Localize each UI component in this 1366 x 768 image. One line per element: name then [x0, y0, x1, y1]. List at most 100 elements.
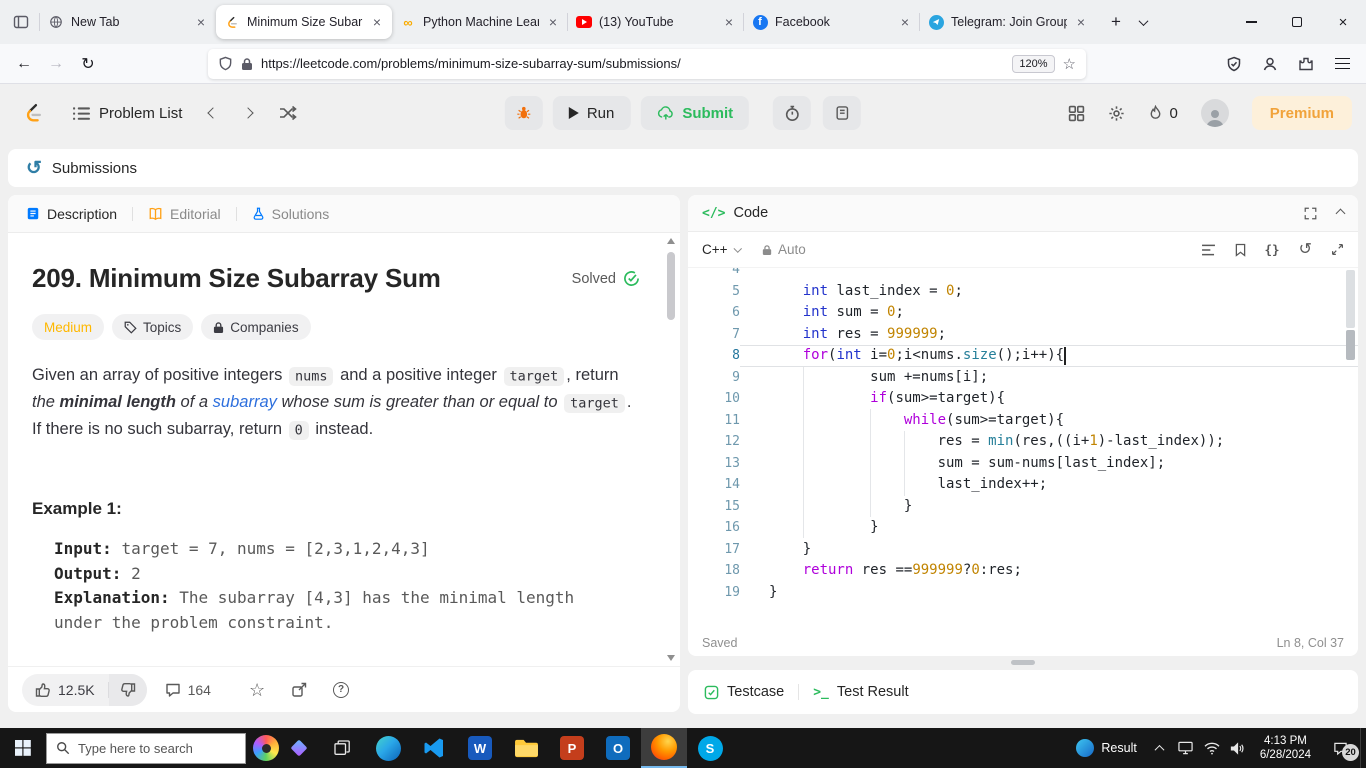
tab-close-icon[interactable]: ×	[546, 13, 560, 31]
share-icon[interactable]	[291, 682, 307, 698]
zoom-level-button[interactable]: 120%	[1012, 54, 1055, 73]
expand-panel-icon[interactable]	[1304, 207, 1317, 220]
outlook-icon[interactable]: O	[595, 728, 641, 768]
scrollbar-thumb[interactable]	[667, 252, 675, 320]
new-tab-button[interactable]: +	[1102, 8, 1130, 36]
word-icon[interactable]: W	[457, 728, 503, 768]
bookmark-icon[interactable]	[1235, 243, 1246, 257]
submissions-bar[interactable]: ↺ Submissions	[8, 149, 1358, 187]
format-code-icon[interactable]	[1201, 244, 1216, 256]
file-explorer-icon[interactable]	[503, 728, 549, 768]
reset-code-icon[interactable]: ↺	[1299, 241, 1312, 258]
streak-counter[interactable]: 0	[1148, 104, 1178, 122]
task-view-button[interactable]	[319, 728, 365, 768]
tab-close-icon[interactable]: ×	[722, 13, 736, 31]
code-line-10[interactable]: 10 if(sum>=target){	[688, 388, 1358, 410]
display-icon[interactable]	[1173, 728, 1199, 768]
subarray-link[interactable]: subarray	[213, 393, 277, 411]
settings-gear-icon[interactable]	[1108, 105, 1125, 122]
premium-button[interactable]: Premium	[1251, 96, 1352, 130]
browser-tab-facebook[interactable]: f Facebook ×	[743, 5, 920, 39]
browser-tab-youtube[interactable]: (13) YouTube ×	[567, 5, 744, 39]
bookmark-star-icon[interactable]: ☆	[1063, 55, 1076, 73]
extensions-icon[interactable]	[1290, 49, 1322, 79]
panel-drag-handle[interactable]	[1011, 660, 1035, 665]
code-line-12[interactable]: 12 res = min(res,((i+1)-last_index));	[688, 431, 1358, 453]
taskbar-search-box[interactable]	[46, 732, 246, 764]
code-line-7[interactable]: 7 int res = 999999;	[688, 324, 1358, 346]
timer-button[interactable]	[773, 96, 812, 130]
code-line-16[interactable]: 16 }	[688, 517, 1358, 539]
code-line-15[interactable]: 15 }	[688, 496, 1358, 518]
tab-description[interactable]: Description	[22, 206, 121, 222]
search-input[interactable]	[78, 740, 228, 756]
test-result-tab[interactable]: >_ Test Result	[813, 684, 908, 700]
edge-icon[interactable]	[365, 728, 411, 768]
protections-shield-icon[interactable]	[1218, 49, 1250, 79]
prev-question-button[interactable]	[207, 104, 220, 122]
layout-grid-icon[interactable]	[1068, 105, 1085, 122]
url-text[interactable]: https://leetcode.com/problems/minimum-si…	[261, 56, 1004, 71]
browser-tab-telegram[interactable]: Telegram: Join Group ( ×	[919, 5, 1096, 39]
editor-scrollbar-thumb[interactable]	[1346, 330, 1355, 360]
tracking-protection-icon[interactable]	[218, 56, 233, 71]
leetcode-logo[interactable]	[22, 101, 46, 125]
forward-button[interactable]: →	[40, 49, 72, 79]
code-line-17[interactable]: 17 }	[688, 539, 1358, 561]
submit-button[interactable]: Submit	[640, 96, 750, 130]
language-selector[interactable]: C++	[702, 242, 742, 257]
help-icon[interactable]: ?	[333, 681, 350, 698]
browser-tab-new-tab[interactable]: New Tab ×	[39, 5, 216, 39]
scroll-up-arrow[interactable]	[667, 238, 675, 244]
wifi-icon[interactable]	[1199, 728, 1225, 768]
firefox-icon[interactable]	[641, 728, 687, 768]
dislike-button[interactable]	[108, 673, 147, 706]
start-button[interactable]	[0, 728, 46, 768]
tab-close-icon[interactable]: ×	[194, 13, 208, 31]
search-highlights-icon[interactable]	[253, 735, 279, 761]
code-line-8[interactable]: 8 for(int i=0;i<nums.size();i++){	[688, 345, 1358, 367]
lock-icon[interactable]	[241, 57, 253, 71]
tab-editorial[interactable]: Editorial	[144, 206, 225, 222]
skype-icon[interactable]: S	[687, 728, 733, 768]
next-question-button[interactable]	[242, 104, 255, 122]
code-line-19[interactable]: 19}	[688, 582, 1358, 604]
menu-icon[interactable]	[1326, 49, 1358, 79]
auto-save-indicator[interactable]: Auto	[762, 242, 806, 257]
close-button[interactable]: ×	[1320, 0, 1366, 44]
taskbar-clock[interactable]: 4:13 PM 6/28/2024	[1251, 734, 1320, 762]
like-button[interactable]: 12.5K	[22, 682, 108, 698]
vscode-icon[interactable]	[411, 728, 457, 768]
browser-tab-leetcode[interactable]: Minimum Size Subarra ×	[216, 5, 392, 39]
comments-button[interactable]: 164	[165, 682, 211, 698]
powerpoint-icon[interactable]: P	[549, 728, 595, 768]
scroll-down-arrow[interactable]	[667, 655, 675, 661]
code-line-13[interactable]: 13 sum = sum-nums[last_index];	[688, 453, 1358, 475]
action-center-button[interactable]: 20	[1320, 728, 1360, 768]
testcase-tab[interactable]: Testcase	[704, 684, 784, 700]
run-button[interactable]: Run	[552, 96, 631, 130]
description-scrollbar[interactable]	[665, 236, 677, 663]
account-icon[interactable]	[1254, 49, 1286, 79]
code-line-4[interactable]: 4	[688, 268, 1358, 281]
tab-close-icon[interactable]: ×	[370, 13, 384, 31]
code-line-6[interactable]: 6 int sum = 0;	[688, 302, 1358, 324]
debug-button[interactable]	[504, 96, 543, 130]
tab-close-icon[interactable]: ×	[898, 13, 912, 31]
fullscreen-icon[interactable]	[1331, 243, 1344, 256]
editor-scrollbar[interactable]	[1344, 268, 1357, 630]
hidden-icons-chevron[interactable]	[1147, 728, 1173, 768]
tab-close-icon[interactable]: ×	[1074, 13, 1088, 31]
topics-badge[interactable]: Topics	[112, 314, 194, 340]
collapse-chevron-icon[interactable]	[1335, 204, 1346, 222]
code-line-18[interactable]: 18 return res ==999999?0:res;	[688, 560, 1358, 582]
search-highlights-sparkle-icon[interactable]	[290, 739, 308, 757]
url-bar[interactable]: https://leetcode.com/problems/minimum-si…	[208, 48, 1086, 79]
shuffle-icon[interactable]	[279, 105, 298, 121]
code-line-5[interactable]: 5 int last_index = 0;	[688, 281, 1358, 303]
avatar[interactable]	[1200, 99, 1229, 127]
code-line-11[interactable]: 11 while(sum>=target){	[688, 410, 1358, 432]
code-line-14[interactable]: 14 last_index++;	[688, 474, 1358, 496]
firefox-view-button[interactable]	[6, 6, 36, 38]
code-line-9[interactable]: 9 sum +=nums[i];	[688, 367, 1358, 389]
